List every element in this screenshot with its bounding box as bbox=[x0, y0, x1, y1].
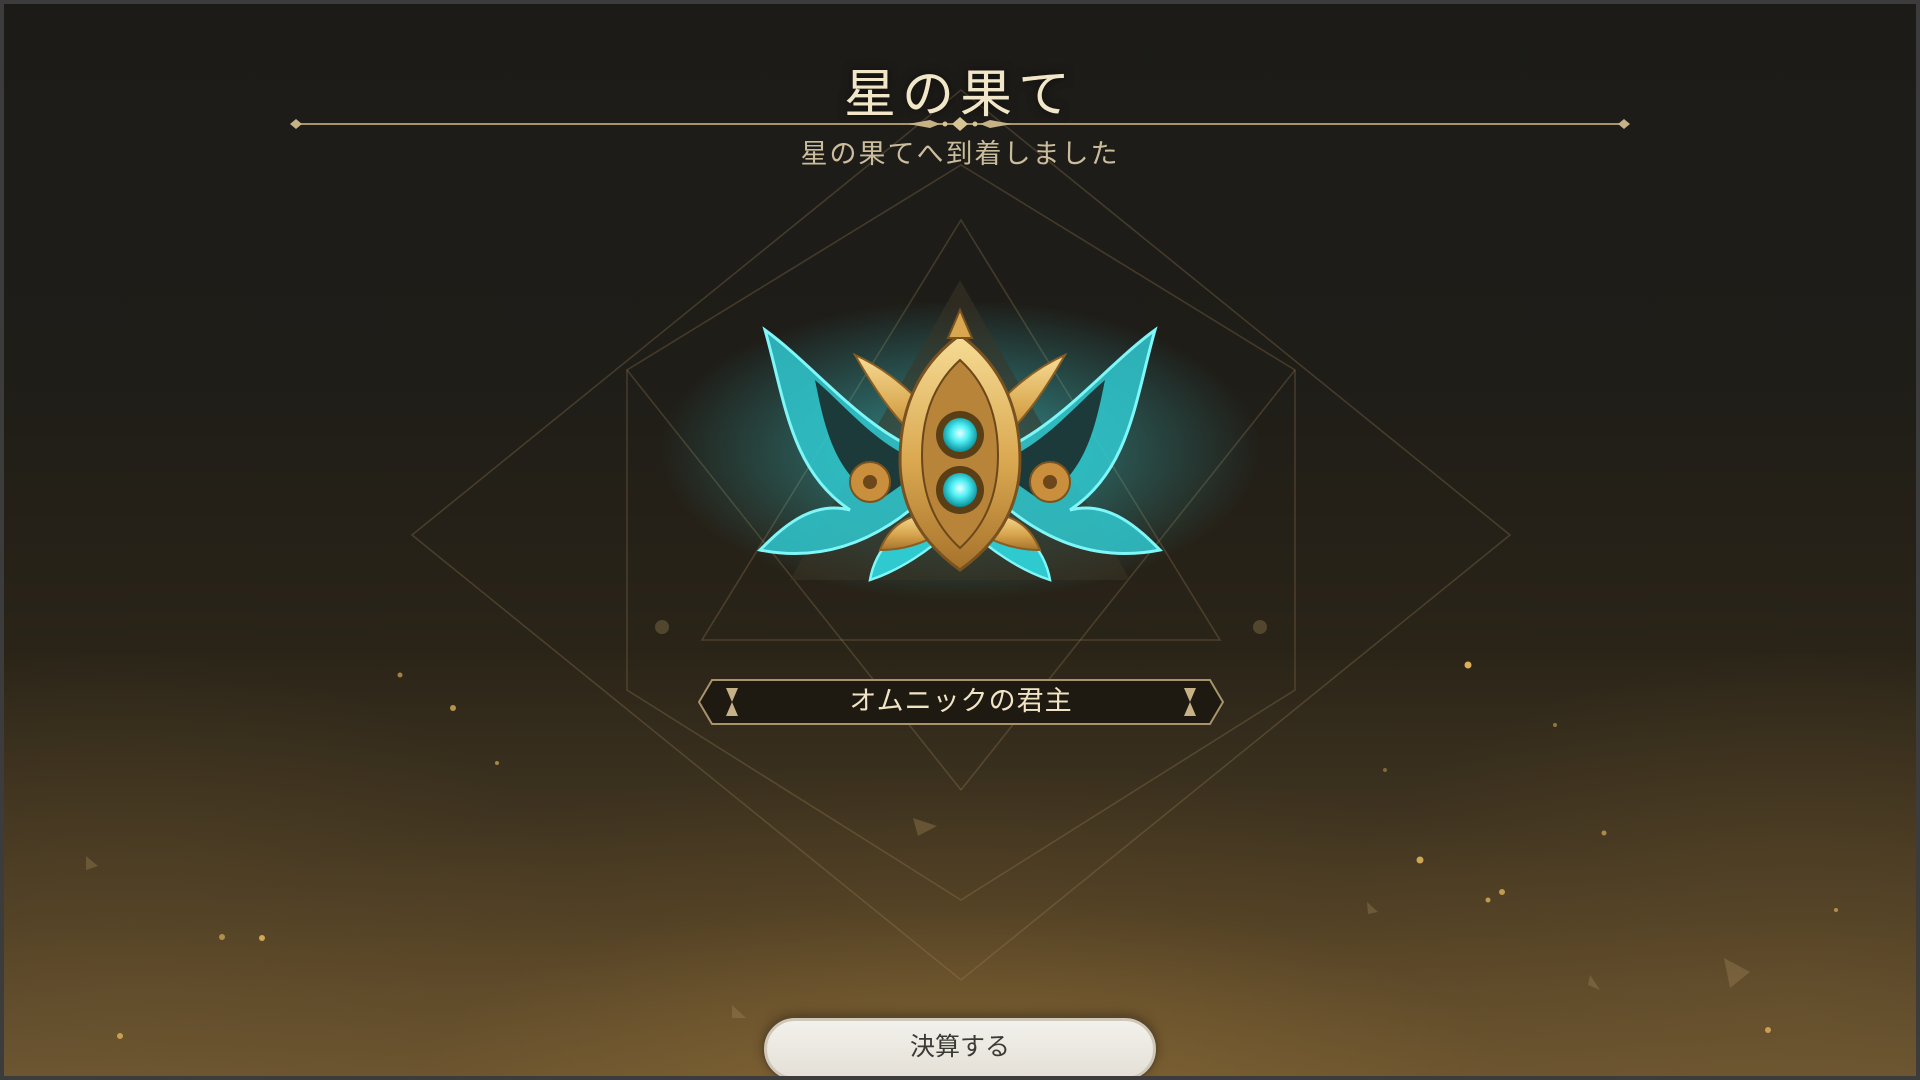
page-subtitle: 星の果てへ到着しました bbox=[800, 139, 1120, 170]
settle-button[interactable]: 決算する bbox=[764, 1018, 1156, 1080]
star-end-result-screen: 星の果て 星の果てへ到着しました オムニックの君主 決算する bbox=[0, 0, 1920, 1080]
reward-name-plate: オムニックの君主 bbox=[698, 679, 1224, 725]
winged-gear-emblem-icon bbox=[660, 280, 1260, 600]
reward-name: オムニックの君主 bbox=[849, 686, 1073, 717]
